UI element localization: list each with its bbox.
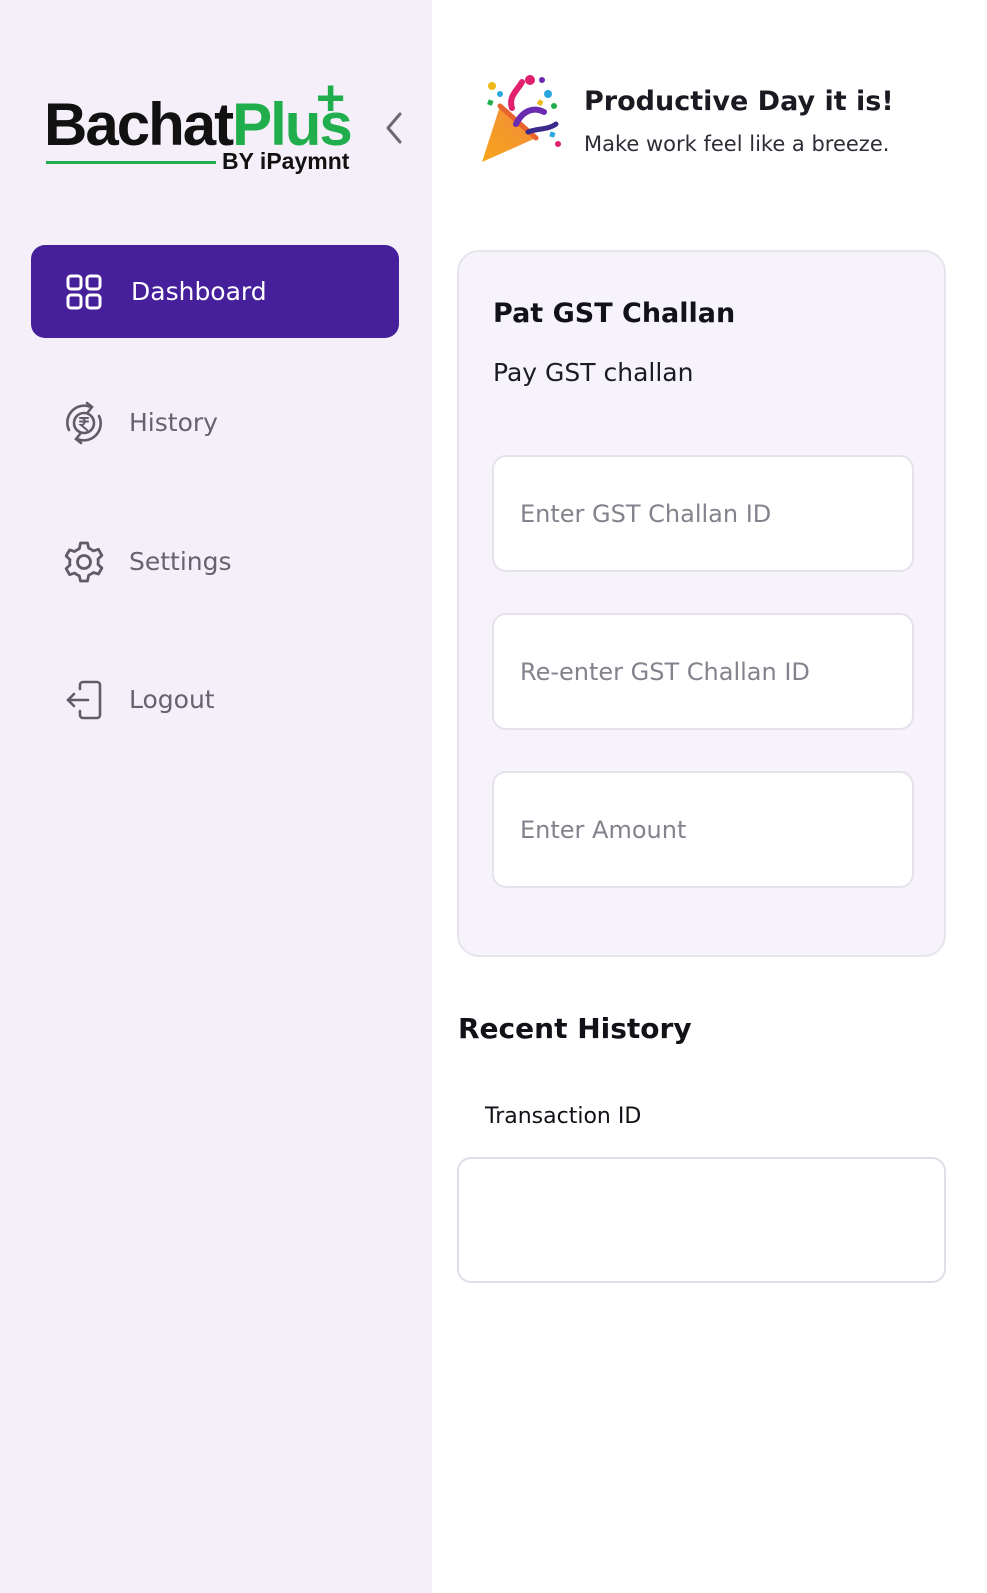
recent-history-title: Recent History <box>458 1012 692 1045</box>
sidebar: BachatPlus + BY iPaymnt Dashboard Histor… <box>0 0 432 1593</box>
app-root: BachatPlus + BY iPaymnt Dashboard Histor… <box>0 0 987 1593</box>
chevron-left-icon <box>383 110 405 150</box>
party-popper-icon <box>478 72 566 168</box>
sidebar-item-logout[interactable]: Logout <box>31 653 399 746</box>
grid-icon <box>61 269 107 315</box>
main-content: Productive Day it is! Make work feel lik… <box>432 0 987 1593</box>
card-subtitle: Pay GST challan <box>493 358 694 387</box>
sidebar-item-label: Settings <box>129 547 232 576</box>
greeting-title: Productive Day it is! <box>584 86 894 117</box>
rupee-history-icon <box>61 400 107 446</box>
challan-id-input[interactable] <box>492 455 914 572</box>
sidebar-item-history[interactable]: History <box>31 376 399 469</box>
gear-icon <box>61 539 107 585</box>
logout-icon <box>61 677 107 723</box>
sidebar-item-label: Dashboard <box>131 277 267 306</box>
sidebar-item-dashboard[interactable]: Dashboard <box>31 245 399 338</box>
sidebar-item-settings[interactable]: Settings <box>31 515 399 608</box>
transaction-id-column-header: Transaction ID <box>485 1104 642 1129</box>
sidebar-collapse-button[interactable] <box>376 110 412 150</box>
card-title: Pat GST Challan <box>493 298 736 329</box>
gst-challan-card: Pat GST Challan Pay GST challan <box>457 250 946 957</box>
greeting-subtitle: Make work feel like a breeze. <box>584 132 890 156</box>
logo-byline: BY iPaymnt <box>222 148 350 174</box>
amount-input[interactable] <box>492 771 914 888</box>
reenter-challan-id-input[interactable] <box>492 613 914 730</box>
logo-bachat-text: Bachat <box>44 91 234 158</box>
sidebar-item-label: Logout <box>129 685 215 714</box>
logo-plus-symbol: + <box>316 70 346 126</box>
brand-logo: BachatPlus + BY iPaymnt <box>44 72 364 182</box>
sidebar-item-label: History <box>129 408 218 437</box>
recent-history-table <box>457 1157 946 1283</box>
logo-underline <box>46 161 216 164</box>
